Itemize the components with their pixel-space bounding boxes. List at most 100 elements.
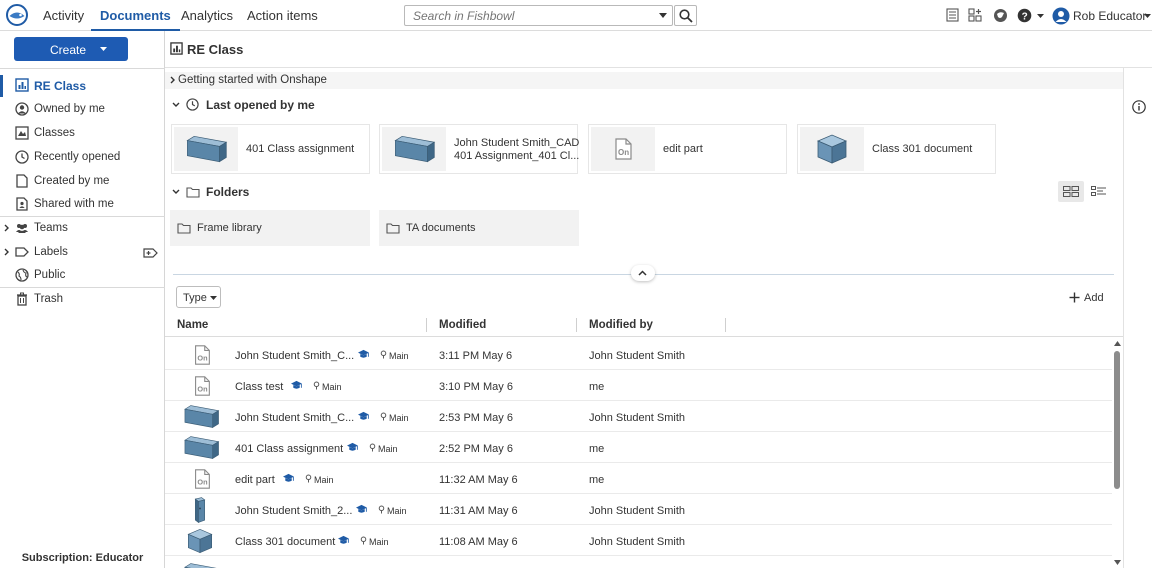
row-modified-by: me — [589, 443, 605, 455]
notes-list-icon[interactable] — [946, 8, 959, 22]
row-modified-by: John Student Smith — [589, 536, 686, 548]
sidebar-item-classes[interactable]: Classes — [0, 123, 164, 145]
table-row[interactable]: Class 301 document Main 11:08 AM May 6 J… — [165, 525, 1112, 556]
part-model-icon — [392, 132, 436, 166]
document-icon — [16, 174, 28, 188]
page-header: RE Class — [165, 31, 1152, 68]
card-name: John Student Smith_CAD — [454, 137, 580, 149]
scroll-up-icon[interactable] — [1114, 341, 1121, 346]
learning-center-icon[interactable] — [993, 8, 1008, 23]
branch-label: Main — [369, 537, 389, 547]
create-button[interactable]: Create — [14, 37, 128, 61]
card-name: 401 Class assignment — [246, 143, 355, 155]
table-scrollbar[interactable] — [1112, 339, 1123, 568]
column-resize-handle[interactable] — [576, 318, 577, 332]
grid-view-button[interactable] — [1058, 181, 1084, 202]
help-icon[interactable]: ? — [1017, 8, 1032, 23]
search-scope-dropdown-icon[interactable] — [659, 13, 667, 18]
folder-icon — [177, 222, 191, 234]
table-row[interactable]: 401 Class assignment Main 2:52 PM May 6 … — [165, 432, 1112, 463]
branch-label: Main — [378, 444, 398, 454]
part-model-icon — [180, 403, 220, 430]
chevron-down-icon — [172, 102, 180, 107]
sidebar-item-owned-by-me[interactable]: Owned by me — [0, 99, 164, 121]
row-modified: 11:31 AM May 6 — [439, 505, 518, 517]
type-filter-label: Type — [183, 292, 207, 304]
sidebar-item-trash[interactable]: Trash — [0, 289, 164, 311]
row-name: 401 Class assignment — [235, 443, 344, 455]
list-view-button[interactable] — [1086, 181, 1112, 202]
column-resize-handle[interactable] — [426, 318, 427, 332]
user-name: Rob Educator — [1073, 9, 1147, 23]
column-resize-handle[interactable] — [725, 318, 726, 332]
getting-started-section[interactable]: Getting started with Onshape — [165, 72, 1123, 89]
main-content: Getting started with Onshape Last opened… — [165, 68, 1123, 568]
chevron-down-icon — [100, 47, 107, 51]
tab-action-items[interactable]: Action items — [247, 0, 318, 31]
add-label-icon[interactable] — [143, 247, 159, 259]
folder-ta-documents[interactable]: TA documents — [379, 210, 579, 246]
subscription-label: Subscription: Educator — [21, 552, 144, 564]
document-thumbnail — [591, 127, 655, 171]
search-input[interactable] — [405, 6, 650, 25]
search-icon — [679, 9, 693, 23]
column-header-modified-by[interactable]: Modified by — [589, 319, 653, 331]
table-row[interactable]: John Student Smith_C... Main 2:53 PM May… — [165, 401, 1112, 432]
table-row-partial[interactable] — [165, 556, 1112, 568]
class-assignment-icon — [357, 349, 370, 360]
sidebar-item-public[interactable]: Public — [0, 265, 164, 287]
add-label: Add — [1084, 292, 1104, 304]
branch-pin-icon — [360, 536, 367, 545]
recent-document-card[interactable]: John Student Smith_CAD 401 Assignment_40… — [379, 124, 580, 174]
recent-document-card[interactable]: 401 Class assignment — [171, 124, 370, 174]
classes-icon — [15, 126, 29, 140]
sidebar-item-labels[interactable]: Labels — [0, 242, 164, 264]
chevron-right-icon[interactable] — [4, 248, 9, 256]
top-bar: Activity Documents Analytics Action item… — [0, 0, 1152, 31]
branch-label: Main — [322, 382, 342, 392]
recent-document-card[interactable]: Class 301 document — [797, 124, 996, 174]
row-modified-by: me — [589, 381, 605, 393]
tab-documents[interactable]: Documents — [91, 0, 180, 31]
collapse-panel-button[interactable] — [631, 265, 655, 281]
part-model-icon — [180, 434, 220, 461]
search-button[interactable] — [674, 5, 697, 26]
folder-name: TA documents — [406, 222, 476, 234]
type-filter-dropdown[interactable]: Type — [176, 286, 221, 308]
sidebar-item-label: Created by me — [34, 175, 110, 187]
sidebar-item-created-by-me[interactable]: Created by me — [0, 171, 164, 193]
card-name: edit part — [663, 143, 703, 155]
column-header-name[interactable]: Name — [177, 319, 208, 331]
info-icon[interactable] — [1132, 100, 1146, 114]
table-row[interactable]: edit part Main 11:32 AM May 6 me — [165, 463, 1112, 494]
scroll-down-icon[interactable] — [1114, 560, 1121, 565]
recent-document-card[interactable]: edit part — [588, 124, 787, 174]
table-row[interactable]: Class test Main 3:10 PM May 6 me — [165, 370, 1112, 401]
sidebar-item-re-class[interactable]: RE Class — [0, 75, 164, 97]
onshape-document-icon — [180, 341, 220, 368]
folder-frame-library[interactable]: Frame library — [170, 210, 370, 246]
sidebar-item-teams[interactable]: Teams — [0, 218, 164, 240]
app-store-icon[interactable] — [968, 8, 983, 23]
document-thumbnail — [174, 127, 238, 171]
page-title: RE Class — [187, 42, 244, 57]
tab-analytics[interactable]: Analytics — [181, 0, 233, 31]
sidebar-item-shared-with-me[interactable]: Shared with me — [0, 194, 164, 216]
chevron-right-icon[interactable] — [4, 224, 9, 232]
table-row[interactable]: John Student Smith_C... Main 3:11 PM May… — [165, 339, 1112, 370]
last-opened-header[interactable]: Last opened by me — [170, 96, 370, 114]
sidebar-item-recently-opened[interactable]: Recently opened — [0, 147, 164, 169]
sidebar-item-label: RE Class — [34, 79, 87, 93]
fishbowl-logo-icon[interactable] — [6, 4, 28, 26]
branch-pin-icon — [380, 412, 387, 421]
document-thumbnail — [800, 127, 864, 171]
clock-icon — [15, 150, 29, 164]
tab-activity[interactable]: Activity — [43, 0, 84, 31]
folders-header[interactable]: Folders — [170, 183, 370, 201]
row-modified-by: John Student Smith — [589, 412, 686, 424]
column-header-modified[interactable]: Modified — [439, 319, 486, 331]
scrollbar-thumb[interactable] — [1114, 351, 1120, 489]
table-row[interactable]: John Student Smith_2... Main 11:31 AM Ma… — [165, 494, 1112, 525]
help-dropdown-icon[interactable] — [1037, 14, 1044, 18]
branch-pin-icon — [369, 443, 376, 452]
